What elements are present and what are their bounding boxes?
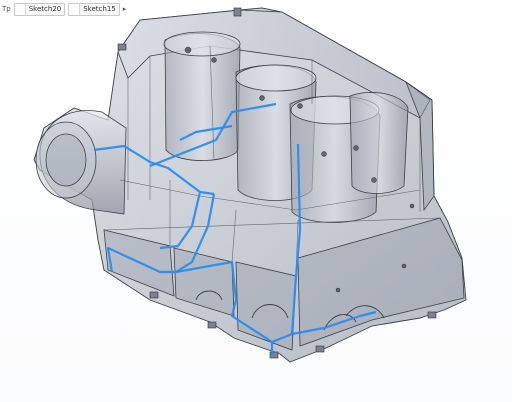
graphics-viewport[interactable]: Tp Sketch20 Sketch15 ▸ (0, 0, 512, 402)
cylinder-4 (349, 92, 409, 194)
breadcrumb-item-sketch20[interactable]: Sketch20 (13, 2, 66, 16)
engine-block-model (33, 7, 467, 363)
sketch-icon (69, 3, 81, 15)
breadcrumb-root[interactable]: Tp (2, 5, 11, 13)
breadcrumb-item-sketch15[interactable]: Sketch15 (68, 2, 120, 16)
chevron-right-icon[interactable]: ▸ (123, 5, 127, 13)
breadcrumb: Tp Sketch20 Sketch15 ▸ (2, 2, 126, 16)
sketch-icon (14, 3, 26, 15)
cylinder-1 (163, 31, 241, 161)
breadcrumb-item-label: Sketch15 (83, 5, 116, 13)
breadcrumb-item-label: Sketch20 (28, 5, 62, 13)
